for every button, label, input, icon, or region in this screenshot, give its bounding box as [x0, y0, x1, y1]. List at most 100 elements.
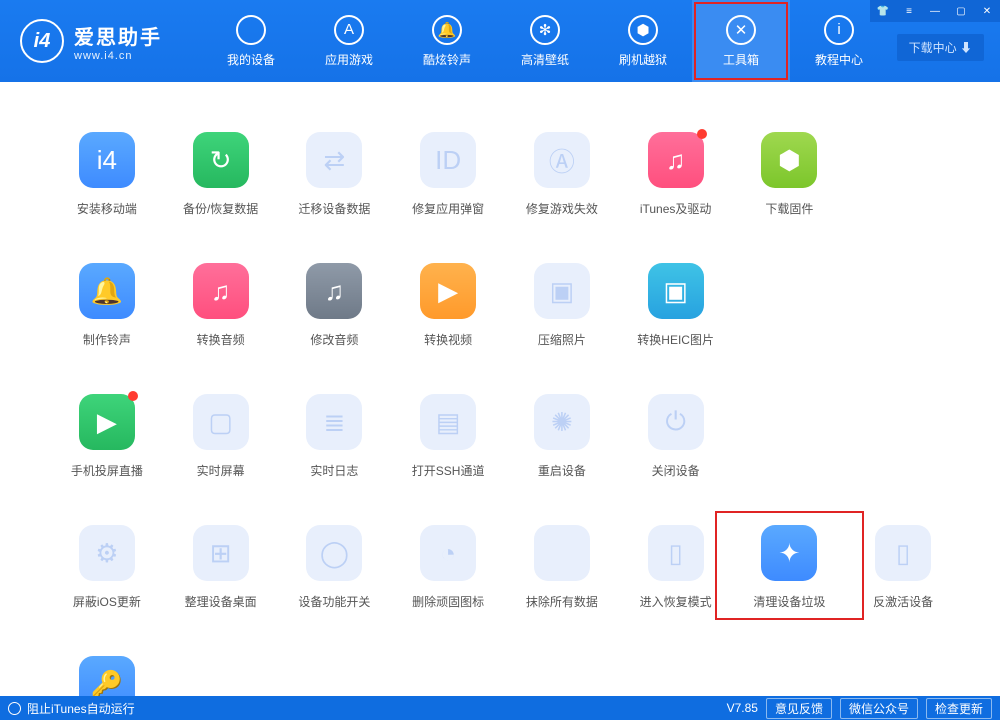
tool-label: 修复游戏失效	[526, 200, 598, 217]
tool-icon: ▢	[193, 394, 249, 450]
download-center-button[interactable]: 下载中心 ⬇	[897, 34, 984, 61]
nav-apps[interactable]: A 应用游戏	[300, 0, 398, 82]
empty-slot	[846, 263, 960, 348]
tool-icon: ⇄	[306, 132, 362, 188]
tool-icon: ✦	[761, 525, 817, 581]
tool-label: 转换音频	[197, 331, 245, 348]
tool-item[interactable]: ⇄ 迁移设备数据	[278, 132, 392, 217]
tool-icon: ▶	[79, 394, 135, 450]
tool-item[interactable]: ⚙ 屏蔽iOS更新	[50, 525, 164, 610]
apps-icon: A	[334, 15, 364, 45]
app-title-en: www.i4.cn	[74, 50, 162, 62]
tool-icon: Ⓐ	[534, 132, 590, 188]
content-area: i4 安装移动端↻ 备份/恢复数据⇄ 迁移设备数据ID 修复应用弹窗Ⓐ 修复游戏…	[0, 82, 1000, 696]
maximize-button[interactable]: ▢	[948, 0, 974, 22]
footer-status-text: 阻止iTunes自动运行	[27, 700, 135, 717]
tool-icon: ⬢	[761, 132, 817, 188]
tutorial-icon: i	[824, 15, 854, 45]
nav-ring[interactable]: 🔔 酷炫铃声	[398, 0, 496, 82]
tool-icon: i4	[79, 132, 135, 188]
device-icon	[236, 15, 266, 45]
close-button[interactable]: ✕	[974, 0, 1000, 22]
tool-icon: ✺	[534, 394, 590, 450]
tool-label: 实时日志	[310, 462, 358, 479]
tool-icon: ◯	[306, 525, 362, 581]
nav-toolbox[interactable]: ✕ 工具箱	[692, 0, 790, 82]
tool-item[interactable]: ▣ 转换HEIC图片	[619, 263, 733, 348]
logo-icon: i4	[20, 19, 64, 63]
tool-item[interactable]: 抹除所有数据	[505, 525, 619, 610]
footer-button[interactable]: 微信公众号	[840, 698, 918, 719]
nav-label: 刷机越狱	[619, 51, 667, 68]
nav-jailbreak[interactable]: ⬢ 刷机越狱	[594, 0, 692, 82]
tool-item[interactable]: ▢ 实时屏幕	[164, 394, 278, 479]
tool-item[interactable]: 🔔 制作铃声	[50, 263, 164, 348]
tool-item[interactable]: ▶ 转换视频	[391, 263, 505, 348]
tool-icon: ⊞	[193, 525, 249, 581]
tool-item[interactable]: ≣ 实时日志	[278, 394, 392, 479]
tool-item[interactable]: 🔑 访问限制	[50, 656, 164, 696]
tool-item[interactable]: ◯ 设备功能开关	[278, 525, 392, 610]
tool-item[interactable]: ✺ 重启设备	[505, 394, 619, 479]
tool-item[interactable]: ✦ 清理设备垃圾	[733, 525, 847, 610]
wall-icon: ✻	[530, 15, 560, 45]
nav-label: 教程中心	[815, 51, 863, 68]
footer-bar: 阻止iTunes自动运行 V7.85 意见反馈微信公众号检查更新	[0, 696, 1000, 720]
tool-item[interactable]: ♫ 修改音频	[278, 263, 392, 348]
jailbreak-icon: ⬢	[628, 15, 658, 45]
tool-label: 手机投屏直播	[71, 462, 143, 479]
tool-icon: ▯	[875, 525, 931, 581]
app-header: i4 爱思助手 www.i4.cn 我的设备A 应用游戏🔔 酷炫铃声✻ 高清壁纸…	[0, 0, 1000, 82]
tool-label: 抹除所有数据	[526, 593, 598, 610]
tool-label: 关闭设备	[652, 462, 700, 479]
tool-item[interactable]: ⊞ 整理设备桌面	[164, 525, 278, 610]
tool-icon: 🔔	[79, 263, 135, 319]
tool-item[interactable]: Ⓐ 修复游戏失效	[505, 132, 619, 217]
tool-item[interactable]: ⬢ 下载固件	[733, 132, 847, 217]
tool-icon: ↻	[193, 132, 249, 188]
minimize-button[interactable]: —	[922, 0, 948, 22]
tool-label: iTunes及驱动	[640, 200, 712, 217]
tool-label: 整理设备桌面	[185, 593, 257, 610]
nav-device[interactable]: 我的设备	[202, 0, 300, 82]
tool-icon: ▣	[648, 263, 704, 319]
tool-item[interactable]: ▶ 手机投屏直播	[50, 394, 164, 479]
tool-label: 设备功能开关	[298, 593, 370, 610]
tool-icon: ⚙	[79, 525, 135, 581]
tool-icon: ▯	[648, 525, 704, 581]
nav-wall[interactable]: ✻ 高清壁纸	[496, 0, 594, 82]
tool-icon: ♫	[648, 132, 704, 188]
tool-item[interactable]: ID 修复应用弹窗	[391, 132, 505, 217]
tool-icon: ID	[420, 132, 476, 188]
tool-item[interactable]: ⏻ 关闭设备	[619, 394, 733, 479]
tool-icon: ▤	[420, 394, 476, 450]
nav-label: 应用游戏	[325, 51, 373, 68]
logo: i4 爱思助手 www.i4.cn	[20, 19, 162, 63]
footer-button[interactable]: 检查更新	[926, 698, 992, 719]
nav-label: 酷炫铃声	[423, 51, 471, 68]
tool-icon: ♫	[306, 263, 362, 319]
empty-slot	[733, 394, 847, 479]
tool-item[interactable]: ◔ 删除顽固图标	[391, 525, 505, 610]
tool-icon: ▶	[420, 263, 476, 319]
tool-item[interactable]: ↻ 备份/恢复数据	[164, 132, 278, 217]
notification-dot-icon	[697, 129, 707, 139]
tool-icon: ≣	[306, 394, 362, 450]
main-nav: 我的设备A 应用游戏🔔 酷炫铃声✻ 高清壁纸⬢ 刷机越狱✕ 工具箱i 教程中心	[202, 0, 888, 82]
status-circle-icon	[8, 702, 21, 715]
tool-item[interactable]: ▯ 反激活设备	[846, 525, 960, 610]
window-controls: 👕 ≡ — ▢ ✕	[870, 0, 1000, 22]
tool-item[interactable]: i4 安装移动端	[50, 132, 164, 217]
menu-icon[interactable]: ≡	[896, 0, 922, 22]
tool-item[interactable]: ♫ iTunes及驱动	[619, 132, 733, 217]
footer-button[interactable]: 意见反馈	[766, 698, 832, 719]
tool-icon	[534, 525, 590, 581]
tool-item[interactable]: ♫ 转换音频	[164, 263, 278, 348]
tool-item[interactable]: ▣ 压缩照片	[505, 263, 619, 348]
tool-label: 转换视频	[424, 331, 472, 348]
tool-item[interactable]: ▤ 打开SSH通道	[391, 394, 505, 479]
shirt-icon[interactable]: 👕	[870, 0, 896, 22]
app-title-cn: 爱思助手	[74, 21, 162, 50]
tool-label: 制作铃声	[83, 331, 131, 348]
tool-label: 压缩照片	[538, 331, 586, 348]
